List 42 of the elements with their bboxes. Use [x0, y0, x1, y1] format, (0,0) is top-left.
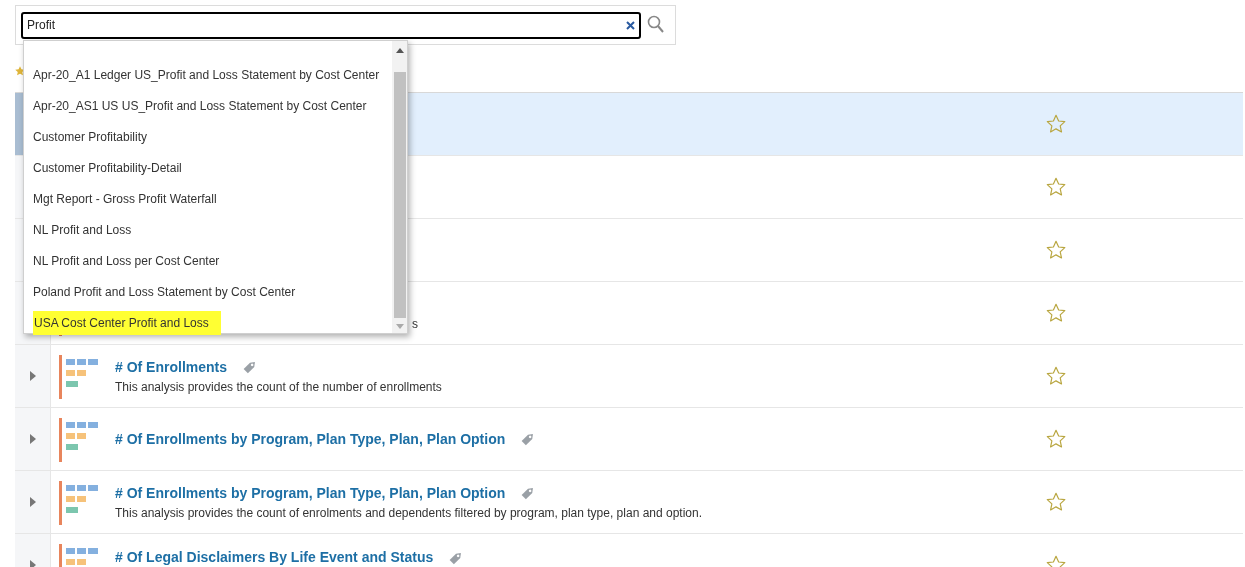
star-icon[interactable]	[1045, 428, 1067, 450]
scrollbar-thumb[interactable]	[393, 72, 406, 318]
suggestion-item[interactable]: Apr-20_A1 Ledger US_Profit and Loss Statement by Cost Center	[33, 62, 380, 87]
scroll-up-icon[interactable]	[395, 48, 404, 53]
star-icon[interactable]	[1045, 113, 1067, 135]
star-icon[interactable]	[1045, 239, 1067, 261]
report-description: s	[412, 316, 418, 333]
report-icon	[59, 418, 101, 462]
suggestion-item[interactable]: USA Cost Center Profit and Loss	[33, 310, 221, 335]
star-icon[interactable]	[1045, 365, 1067, 387]
expand-caret-icon[interactable]	[29, 371, 36, 381]
expand-caret-icon[interactable]	[29, 434, 36, 444]
search-icon[interactable]	[647, 15, 665, 35]
report-title-link[interactable]: # Of Legal Disclaimers By Life Event and Status	[115, 547, 434, 567]
scrollbar[interactable]	[392, 41, 407, 333]
star-icon[interactable]	[1045, 176, 1067, 198]
suggestion-item[interactable]: Apr-20_AS1 US US_Profit and Loss Statement by Cost Center	[33, 93, 367, 118]
star-icon[interactable]	[1045, 302, 1067, 324]
result-row[interactable]: # Of Enrollments by Program, Plan Type, Plan, Plan Option	[15, 408, 1243, 471]
report-title-link[interactable]: # Of Enrollments	[115, 356, 228, 378]
expand-caret-icon[interactable]	[29, 497, 36, 507]
report-title-link[interactable]: # Of Enrollments by Program, Plan Type, Plan, Plan Option	[115, 482, 506, 504]
suggestion-item[interactable]: Mgt Report - Gross Profit Waterfall	[33, 186, 217, 211]
search-field[interactable]: Profit	[21, 11, 641, 39]
suggestion-item[interactable]: Customer Profitability	[33, 124, 148, 149]
report-icon	[59, 481, 101, 525]
result-row[interactable]: # Of Enrollments This analysis provides the count of the number of enrollments	[15, 345, 1243, 408]
suggestion-item[interactable]: Poland Profit and Loss Statement by Cost Center	[33, 279, 296, 304]
suggestion-item[interactable]: Customer Profitability-Detail	[33, 155, 182, 180]
report-description: This analysis provides the count of the number of enrollments	[115, 378, 442, 396]
result-row[interactable]: # Of Enrollments by Program, Plan Type, Plan, Plan Option This analysis provides the count of enrolments and dependents filtered by program, plan type, plan and option.	[15, 471, 1243, 534]
star-icon[interactable]	[1045, 491, 1067, 513]
suggestion-item[interactable]: NL Profit and Loss	[33, 217, 132, 242]
report-description: This analysis provides the count of enrolments and dependents filtered by program, plan type, plan and option.	[115, 504, 703, 522]
clear-icon[interactable]	[626, 20, 635, 30]
suggestion-item[interactable]: NL Profit and Loss per Cost Center	[33, 248, 220, 273]
report-icon	[59, 355, 101, 399]
expand-caret-icon[interactable]	[29, 560, 36, 567]
scroll-down-icon[interactable]	[395, 324, 404, 329]
favorite-star-icon[interactable]	[14, 65, 26, 77]
report-title-link[interactable]: # Of Enrollments by Program, Plan Type, Plan, Plan Option	[115, 428, 506, 450]
search-input[interactable]: Profit	[27, 16, 626, 34]
